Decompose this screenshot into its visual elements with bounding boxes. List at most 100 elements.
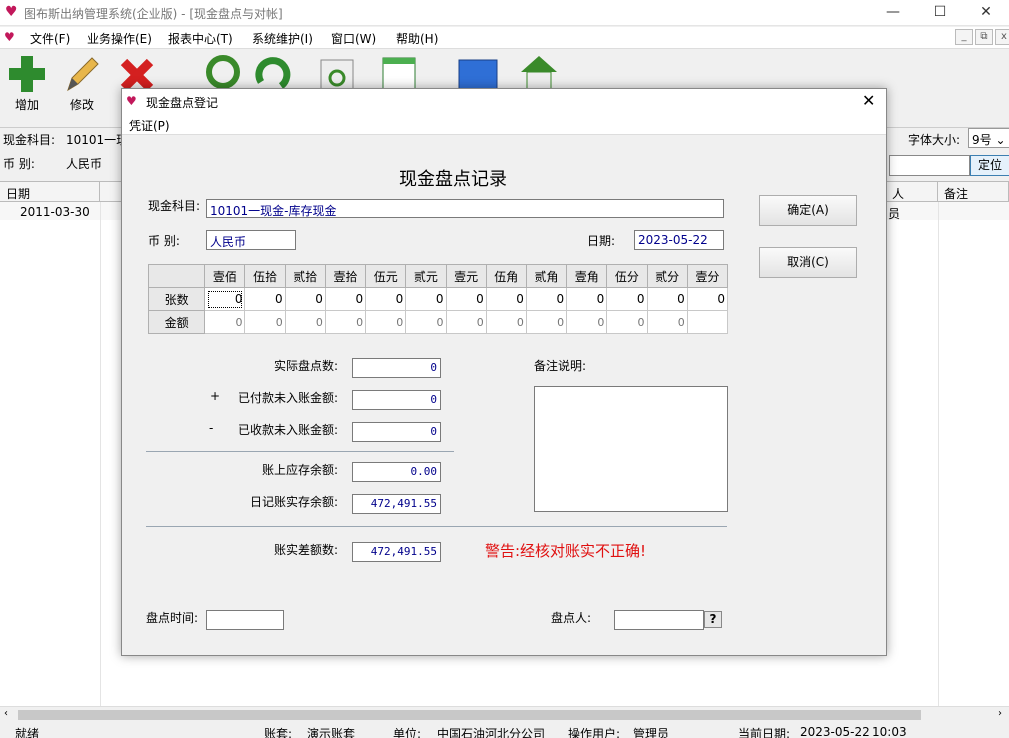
- difference-label: 账实差额数:: [274, 543, 339, 557]
- amount-cell: 0: [284, 310, 326, 334]
- denom-header: 贰元: [405, 264, 447, 288]
- cash-count-dialog: ♥ 现金盘点登记 ✕ 凭证(P) 现金盘点记录 现金科目: 10101一现金-库…: [121, 88, 887, 656]
- dialog-close-icon[interactable]: ✕: [862, 91, 875, 110]
- account-value: 10101一现: [66, 133, 129, 147]
- scroll-right-icon[interactable]: ›: [998, 708, 1002, 719]
- app-menu-icon[interactable]: ♥: [4, 30, 15, 44]
- mdi-minimize-icon[interactable]: _: [955, 29, 973, 45]
- mdi-restore-icon[interactable]: ⧉: [975, 29, 993, 45]
- status-date-value: 2023-05-22: [800, 725, 870, 738]
- spreadsheet-icon: [382, 57, 416, 88]
- delete-button[interactable]: [113, 52, 163, 88]
- window-icon: [458, 59, 498, 88]
- count-cell[interactable]: 0: [244, 287, 286, 311]
- count-time-field[interactable]: [206, 610, 284, 630]
- close-window-icon[interactable]: ✕: [963, 0, 1009, 26]
- date-field[interactable]: 2023-05-22: [634, 230, 724, 250]
- ok-button[interactable]: 确定(A): [759, 195, 857, 226]
- plus-icon: [9, 56, 45, 92]
- amount-cell: [686, 310, 729, 334]
- cancel-button[interactable]: 取消(C): [759, 247, 857, 278]
- status-unit-label: 单位:: [393, 727, 422, 738]
- count-cell[interactable]: 0: [204, 287, 246, 311]
- lookup-help-button[interactable]: ?: [704, 611, 722, 628]
- menu-reports[interactable]: 报表中心(T): [168, 30, 233, 47]
- count-time-label: 盘点时间:: [146, 611, 199, 625]
- denom-header: 壹拾: [324, 264, 367, 288]
- actual-count-field[interactable]: 0: [352, 358, 441, 378]
- count-cell[interactable]: 0: [405, 287, 447, 311]
- counter-person-field[interactable]: [614, 610, 704, 630]
- mdi-close-icon[interactable]: x: [995, 29, 1009, 45]
- count-cell[interactable]: 0: [324, 287, 367, 311]
- count-cell[interactable]: 0: [445, 287, 487, 311]
- amount-cell: 0: [566, 310, 608, 334]
- edit-button[interactable]: 修改: [57, 52, 107, 113]
- menu-file[interactable]: 文件(F): [30, 30, 70, 47]
- scroll-left-icon[interactable]: ‹: [4, 708, 8, 719]
- menu-window[interactable]: 窗口(W): [331, 30, 376, 47]
- grid-line: [938, 202, 939, 707]
- search-button[interactable]: [196, 52, 246, 88]
- edit-label: 修改: [69, 98, 94, 112]
- font-size-label: 字体大小:: [908, 133, 961, 147]
- locate-input[interactable]: [889, 155, 970, 176]
- col-date-header[interactable]: 日期: [0, 182, 100, 202]
- row-date: 2011-03-30: [20, 205, 90, 219]
- denom-header: 伍分: [606, 264, 648, 288]
- denom-header: 伍拾: [244, 264, 286, 288]
- paid-unposted-label: 已付款未入账金额:: [238, 391, 339, 405]
- minimize-icon[interactable]: —: [870, 0, 916, 26]
- account-label: 现金科目:: [3, 133, 56, 147]
- locate-button[interactable]: 定位: [970, 155, 1009, 176]
- maximize-icon[interactable]: ☐: [917, 0, 963, 26]
- preview-button[interactable]: [312, 52, 362, 88]
- col-remark-header[interactable]: 备注: [938, 182, 1009, 202]
- count-cell[interactable]: 0: [525, 287, 568, 311]
- counter-person-label: 盘点人:: [551, 611, 592, 625]
- delete-x-icon: [120, 58, 154, 88]
- account-field[interactable]: 10101一现金-库存现金: [206, 199, 724, 218]
- count-cell[interactable]: 0: [365, 287, 407, 311]
- status-user-value: 管理员: [633, 727, 670, 738]
- col-person-header[interactable]: 人: [886, 182, 938, 202]
- magnifier-icon: [206, 55, 240, 88]
- menu-help[interactable]: 帮助(H): [396, 30, 438, 47]
- remark-textarea[interactable]: [534, 386, 728, 512]
- window-titlebar: ♥ 图布斯出纳管理系统(企业版) - [现金盘点与对帐] — ☐ ✕: [0, 0, 1009, 26]
- count-cell[interactable]: 0: [284, 287, 326, 311]
- menu-bar: ♥ 文件(F) 业务操作(E) 报表中心(T) 系统维护(I) 窗口(W) 帮助…: [0, 27, 1009, 49]
- currency-field[interactable]: 人民币: [206, 230, 296, 250]
- menu-system[interactable]: 系统维护(I): [252, 30, 313, 47]
- paid-unposted-field[interactable]: 0: [352, 390, 441, 410]
- count-cell[interactable]: 0: [646, 287, 688, 311]
- scroll-thumb[interactable]: [18, 710, 921, 720]
- font-size-select[interactable]: 9号 ⌄: [968, 128, 1009, 148]
- horizontal-scrollbar[interactable]: ‹ ›: [0, 706, 1009, 723]
- home-button[interactable]: [514, 52, 564, 88]
- window-button[interactable]: [452, 52, 502, 88]
- remark-label: 备注说明:: [534, 359, 587, 373]
- add-button[interactable]: 增加: [2, 52, 52, 113]
- count-cell[interactable]: 0: [606, 287, 648, 311]
- separator: [146, 526, 727, 527]
- refresh-button[interactable]: [248, 52, 298, 88]
- excel-button[interactable]: [374, 52, 424, 88]
- count-cell[interactable]: 0: [566, 287, 608, 311]
- denom-header: 贰角: [525, 264, 568, 288]
- col-header[interactable]: [100, 182, 122, 202]
- currency-value: 人民币: [66, 157, 103, 171]
- amount-cell: 0: [244, 310, 286, 334]
- denom-header: 壹佰: [204, 264, 246, 288]
- denom-header: 壹角: [566, 264, 608, 288]
- actual-count-label: 实际盘点数:: [274, 359, 339, 373]
- status-date-label: 当前日期:: [738, 727, 791, 738]
- menu-voucher[interactable]: 凭证(P): [129, 117, 170, 134]
- count-cell[interactable]: 0: [485, 287, 527, 311]
- received-unposted-field[interactable]: 0: [352, 422, 441, 442]
- menu-business[interactable]: 业务操作(E): [87, 30, 152, 47]
- dialog-heading: 现金盘点记录: [399, 169, 507, 190]
- count-cell[interactable]: 0: [686, 287, 729, 311]
- minus-sign: -: [209, 421, 214, 435]
- home-icon: [521, 56, 557, 88]
